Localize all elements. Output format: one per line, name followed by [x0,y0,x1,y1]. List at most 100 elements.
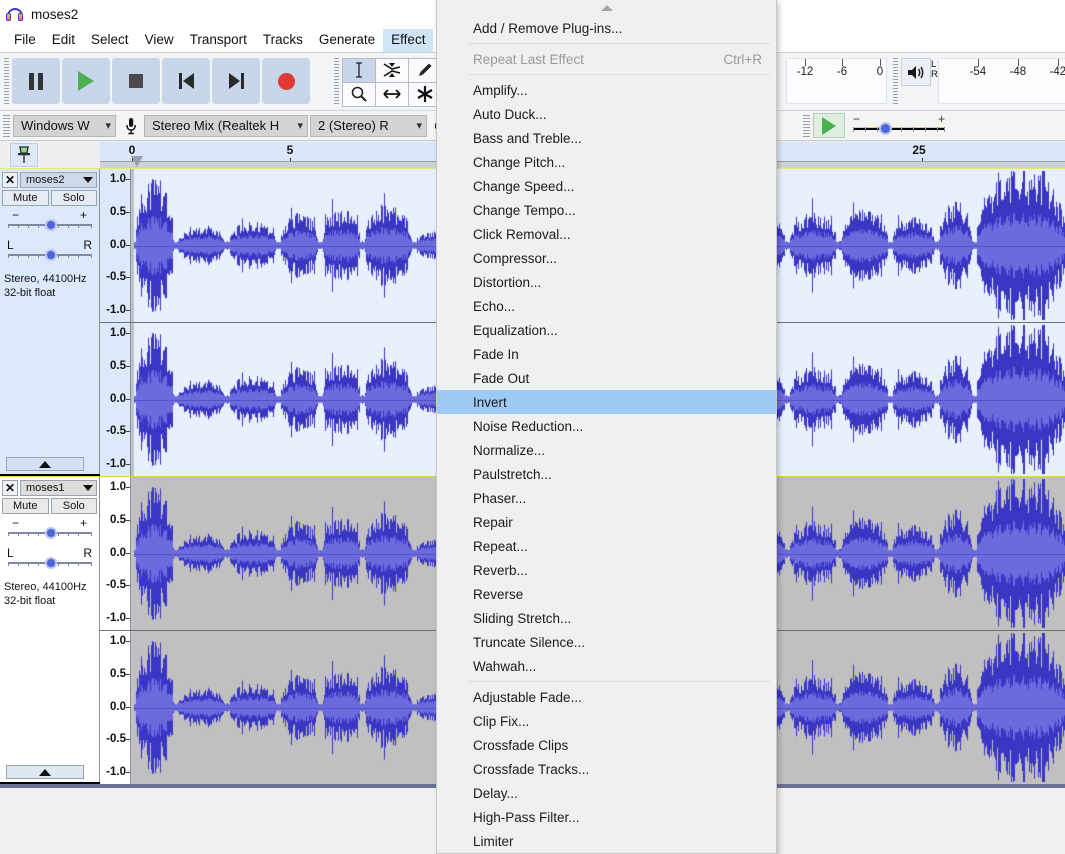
play-speed-slider[interactable]: − + [853,112,945,138]
play-at-speed-grip[interactable] [803,114,810,137]
effect-menu-item-compressor[interactable]: Compressor... [437,246,776,270]
vertical-ruler[interactable]: 1.0 0.5 0.0 -0.5 -1.0 [100,323,131,476]
play-at-speed-button[interactable] [813,113,845,138]
effect-menu-item-reverse[interactable]: Reverse [437,582,776,606]
mute-button[interactable]: Mute [2,190,49,206]
transport-toolbar-grip[interactable] [3,58,10,104]
solo-button[interactable]: Solo [50,498,97,514]
menu-transport[interactable]: Transport [182,29,255,52]
effect-menu-item-distortion[interactable]: Distortion... [437,270,776,294]
effect-menu-item-reverb[interactable]: Reverb... [437,558,776,582]
play-button[interactable] [62,58,110,104]
vruler-label: 0.5 [110,359,126,372]
close-track-button[interactable]: ✕ [2,171,18,188]
gain-slider-knob[interactable] [45,527,57,539]
effect-menu-item-fade-in[interactable]: Fade In [437,342,776,366]
effect-menu-item-crossfade-clips[interactable]: Crossfade Clips [437,733,776,757]
effect-menu-item-change-pitch[interactable]: Change Pitch... [437,150,776,174]
pan-slider[interactable]: L R [2,239,97,266]
effect-menu-item-paulstretch[interactable]: Paulstretch... [437,462,776,486]
playback-meter[interactable]: -54 -48 -42 [937,58,1065,104]
vertical-ruler[interactable]: 1.0 0.5 0.0 -0.5 -1.0 [100,477,131,630]
gain-slider-knob[interactable] [45,219,57,231]
menu-item-label: Compressor... [473,250,558,266]
effect-menu-item-amplify[interactable]: Amplify... [437,78,776,102]
play-head-indicator[interactable] [131,156,143,167]
collapse-track-button[interactable] [6,765,84,779]
effect-menu-item-echo[interactable]: Echo... [437,294,776,318]
device-toolbar-grip[interactable] [3,114,10,137]
effect-menu-item-noise-reduction[interactable]: Noise Reduction... [437,414,776,438]
pin-play-head-button[interactable] [10,143,38,167]
effect-menu-item-repeat[interactable]: Repeat... [437,534,776,558]
effect-menu-item-adjustable-fade[interactable]: Adjustable Fade... [437,685,776,709]
vertical-ruler[interactable]: 1.0 0.5 0.0 -0.5 -1.0 [100,169,131,322]
effect-menu-item-high-pass-filter[interactable]: High-Pass Filter... [437,805,776,829]
gain-plus-label: + [79,516,87,530]
selection-tool[interactable] [341,57,376,83]
pause-button[interactable] [12,58,60,104]
effect-menu-item-clip-fix[interactable]: Clip Fix... [437,709,776,733]
solo-button[interactable]: Solo [50,190,97,206]
playback-meter-button[interactable] [901,58,931,86]
recording-meter[interactable]: -12 -6 0 [786,58,887,104]
collapse-track-button[interactable] [6,457,84,471]
vertical-ruler[interactable]: 1.0 0.5 0.0 -0.5 -1.0 [100,631,131,784]
effect-menu-item-change-tempo[interactable]: Change Tempo... [437,198,776,222]
menu-view[interactable]: View [137,29,182,52]
effect-menu-popup[interactable]: Add / Remove Plug-ins... Repeat Last Effe… [436,0,777,854]
effect-menu-item-sliding-stretch[interactable]: Sliding Stretch... [437,606,776,630]
skip-to-end-button[interactable] [212,58,260,104]
close-track-button[interactable]: ✕ [2,479,18,496]
recording-device-icon-button[interactable] [118,114,144,138]
track-control-panel[interactable]: ✕ moses1 Mute Solo − + L R Stereo, 44100… [0,477,100,782]
play-speed-slider-knob[interactable] [879,121,892,135]
skip-to-start-button[interactable] [162,58,210,104]
menu-edit[interactable]: Edit [44,29,83,52]
track-name-dropdown[interactable]: moses2 [20,171,97,188]
effect-menu-item-add-remove-plug-ins[interactable]: Add / Remove Plug-ins... [437,16,776,40]
effect-menu-item-equalization[interactable]: Equalization... [437,318,776,342]
audio-host-select[interactable]: Windows W ▾ [13,114,116,137]
menu-tracks[interactable]: Tracks [255,29,311,52]
effect-menu-item-fade-out[interactable]: Fade Out [437,366,776,390]
effect-menu-item-limiter[interactable]: Limiter [437,829,776,853]
track-control-panel[interactable]: ✕ moses2 Mute Solo − + L R Stereo, 44100… [0,169,100,474]
effect-menu-item-delay[interactable]: Delay... [437,781,776,805]
stop-button[interactable] [112,58,160,104]
menu-effect[interactable]: Effect [383,28,434,52]
envelope-tool[interactable] [374,57,409,83]
effect-menu-item-repair[interactable]: Repair [437,510,776,534]
pan-slider[interactable]: L R [2,547,97,574]
effect-menu-item-normalize[interactable]: Normalize... [437,438,776,462]
pan-slider-knob[interactable] [45,249,57,261]
play-at-speed-toolbar: − + [800,112,945,138]
record-button[interactable] [262,58,310,104]
menu-generate[interactable]: Generate [311,29,383,52]
menu-scroll-up-button[interactable] [437,0,776,16]
effect-menu-item-bass-and-treble[interactable]: Bass and Treble... [437,126,776,150]
effect-menu-item-click-removal[interactable]: Click Removal... [437,222,776,246]
gain-slider[interactable]: − + [2,516,97,544]
effect-menu-item-wahwah[interactable]: Wahwah... [437,654,776,678]
effect-menu-item-crossfade-tracks[interactable]: Crossfade Tracks... [437,757,776,781]
track-name-dropdown[interactable]: moses1 [20,479,97,496]
recording-device-select[interactable]: Stereo Mix (Realtek H ▾ [144,114,308,137]
timeshift-tool[interactable] [374,81,409,107]
zoom-tool[interactable] [341,81,376,107]
menu-select[interactable]: Select [83,29,137,52]
effect-menu-item-change-speed[interactable]: Change Speed... [437,174,776,198]
recording-channels-select[interactable]: 2 (Stereo) R ▾ [310,114,427,137]
effect-menu-item-auto-duck[interactable]: Auto Duck... [437,102,776,126]
tools-toolbar-grip[interactable] [333,58,340,104]
effect-menu-item-truncate-silence[interactable]: Truncate Silence... [437,630,776,654]
playback-meter-grip[interactable] [892,58,899,104]
effect-menu-item-invert[interactable]: Invert [437,390,776,414]
vruler-tick [126,365,130,367]
mute-button[interactable]: Mute [2,498,49,514]
magnifier-icon [351,86,367,102]
gain-slider[interactable]: − + [2,209,97,236]
menu-file[interactable]: File [6,29,44,52]
effect-menu-item-phaser[interactable]: Phaser... [437,486,776,510]
pan-slider-knob[interactable] [45,557,57,569]
